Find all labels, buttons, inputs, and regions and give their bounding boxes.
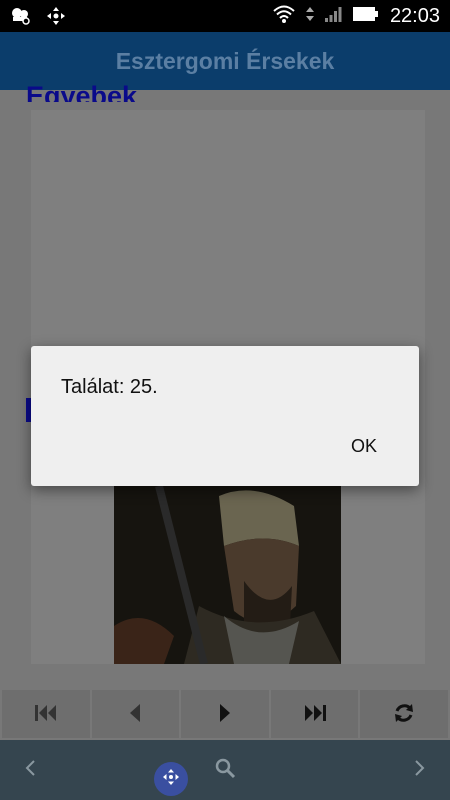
- search-button[interactable]: [209, 754, 241, 786]
- move-status-icon: [46, 6, 66, 31]
- back-chevron-icon: [24, 759, 36, 782]
- next-icon: [218, 703, 232, 725]
- next-button[interactable]: [181, 690, 269, 738]
- browser-nav-bar: [0, 740, 450, 800]
- first-page-icon: [34, 704, 58, 725]
- forward-chevron-icon: [414, 759, 426, 782]
- dialog-message: Találat: 25.: [61, 376, 158, 398]
- move-button[interactable]: [154, 762, 188, 796]
- battery-icon: [352, 5, 380, 28]
- first-page-button[interactable]: [2, 690, 90, 738]
- data-arrows-icon: [305, 5, 314, 28]
- back-button[interactable]: [14, 754, 46, 786]
- search-icon: [214, 757, 236, 784]
- previous-icon: [128, 703, 142, 725]
- refresh-icon: [393, 702, 415, 727]
- wifi-icon: [272, 4, 296, 29]
- result-dialog: Találat: 25. OK: [31, 346, 419, 486]
- notification-icon: [10, 6, 32, 31]
- move-icon: [162, 768, 180, 791]
- ok-button[interactable]: OK: [351, 436, 377, 457]
- section-heading: Egyebek: [26, 81, 138, 102]
- last-page-icon: [303, 704, 327, 725]
- last-page-button[interactable]: [270, 690, 359, 738]
- status-clock: 22:03: [389, 5, 440, 27]
- status-bar: 22:03: [0, 0, 450, 32]
- signal-icon: [324, 5, 342, 28]
- refresh-button[interactable]: [360, 690, 448, 738]
- pagination-toolbar: [0, 688, 450, 740]
- forward-button[interactable]: [404, 754, 436, 786]
- previous-button[interactable]: [91, 690, 180, 738]
- portrait-image: [114, 486, 341, 664]
- app-title: Esztergomi Érsekek: [115, 47, 335, 74]
